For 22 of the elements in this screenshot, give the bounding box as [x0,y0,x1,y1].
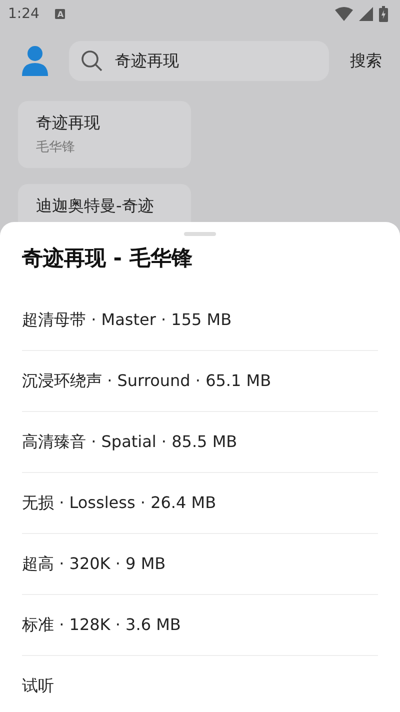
quality-option[interactable]: 高清臻音 · Spatial · 85.5 MB [22,432,238,452]
search-field[interactable]: 奇迹再现 [69,41,329,81]
quality-option[interactable]: 超高 · 320K · 9 MB [22,554,166,574]
signal-icon [359,7,373,21]
status-time: 1:24 [8,6,40,22]
quality-option[interactable]: 沉浸环绕声 · Surround · 65.1 MB [22,370,272,392]
sheet-title: 奇迹再现 - 毛华锋 [22,245,194,272]
drag-handle[interactable] [184,232,216,236]
quality-option[interactable]: 标准 · 128K · 3.6 MB [22,614,181,636]
search-button[interactable]: 搜索 [350,50,382,72]
wifi-icon [335,7,353,21]
notification-icon: A [55,9,66,19]
user-avatar-icon[interactable] [22,46,48,76]
quality-option[interactable]: 无损 · Lossless · 26.4 MB [22,492,216,514]
song-title: 奇迹再现 [36,113,101,134]
result-card[interactable]: 奇迹再现 毛华锋 [18,101,191,168]
artist-name: 毛华锋 [36,139,76,156]
battery-icon [379,6,388,22]
quality-option[interactable]: 超清母带 · Master · 155 MB [22,310,232,330]
search-icon [81,50,103,72]
song-title: 迪迦奥特曼-奇迹 [36,196,155,217]
quality-option[interactable]: 试听 [22,676,54,697]
